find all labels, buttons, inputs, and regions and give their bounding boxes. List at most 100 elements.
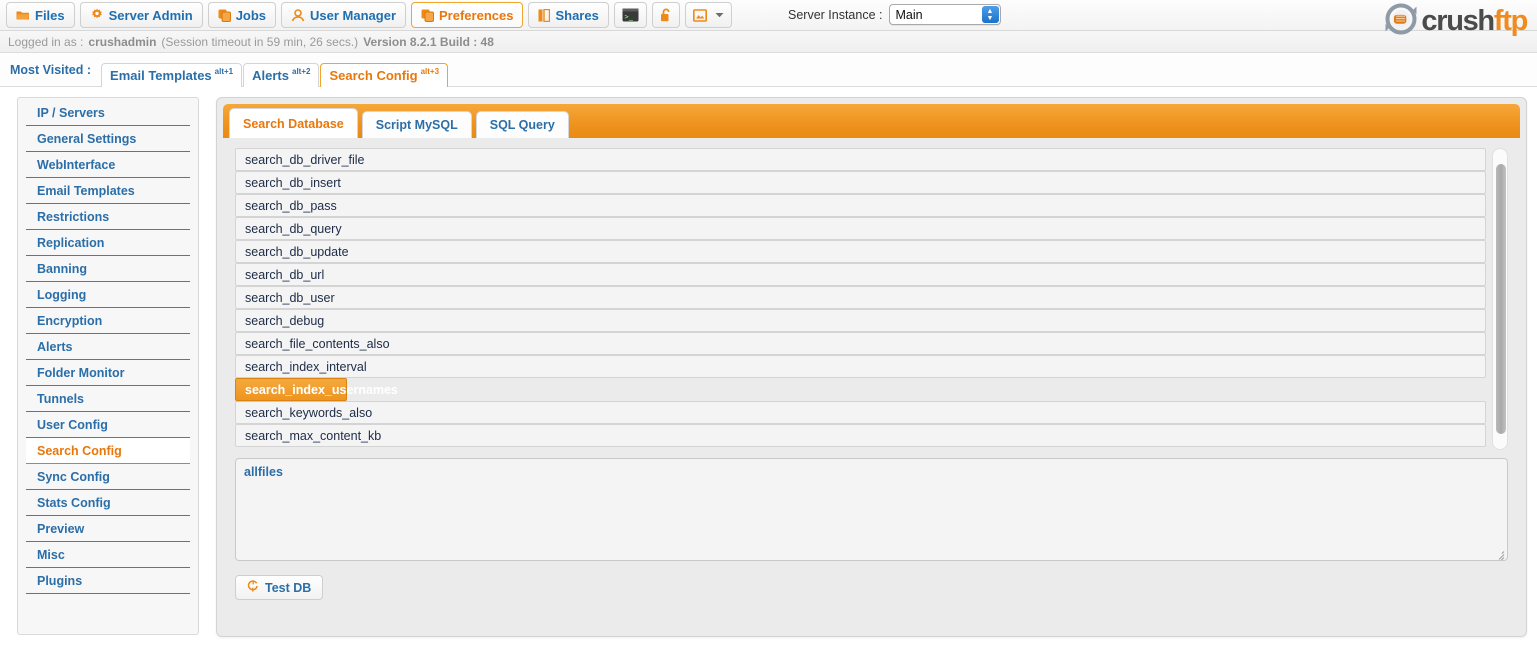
chevron-down-icon <box>715 12 724 18</box>
sidebar-item-misc[interactable]: Misc <box>26 542 190 568</box>
scrollbar-thumb[interactable] <box>1496 164 1506 434</box>
settings-key-label: search_db_insert <box>245 175 341 190</box>
most-visited-tab-alerts[interactable]: Alerts alt+2 <box>243 62 320 87</box>
tab-sql-query[interactable]: SQL Query <box>475 111 569 138</box>
settings-list-item[interactable]: search_keywords_also <box>235 401 1486 424</box>
tab-search-database[interactable]: Search Database <box>229 108 358 138</box>
crushftp-logo: crushftp <box>1383 1 1528 42</box>
tab-shortcut: alt+2 <box>292 66 311 76</box>
tab-label: Alerts <box>252 67 289 83</box>
toolbar-button-terminal[interactable]: >_ <box>613 2 647 28</box>
settings-list-item[interactable]: search_db_query <box>235 217 1486 240</box>
toolbar-button-user-manager[interactable]: User Manager <box>281 2 407 28</box>
value-editor-textarea[interactable]: allfiles <box>235 458 1508 561</box>
toolbar-button-label: Shares <box>555 7 599 23</box>
sidebar-item-general-settings[interactable]: General Settings <box>26 126 190 152</box>
sidebar-item-stats-config[interactable]: Stats Config <box>26 490 190 516</box>
sidebar-item-encryption[interactable]: Encryption <box>26 308 190 334</box>
test-db-label: Test DB <box>265 580 312 595</box>
user-icon <box>291 8 305 22</box>
tab-label: Search Config <box>329 67 418 83</box>
sidebar-item-label: Restrictions <box>37 209 110 224</box>
settings-list-item[interactable]: search_db_driver_file <box>235 148 1486 171</box>
image-icon <box>692 8 707 22</box>
settings-key-label: search_index_usernames <box>245 382 398 397</box>
toolbar-button-image-menu[interactable] <box>684 2 732 28</box>
toolbar-button-preferences[interactable]: Preferences <box>411 2 524 28</box>
sidebar-item-preview[interactable]: Preview <box>26 516 190 542</box>
sidebar-item-tunnels[interactable]: Tunnels <box>26 386 190 412</box>
most-visited-label: Most Visited : <box>10 62 92 77</box>
resize-grip-icon[interactable] <box>1493 547 1505 560</box>
sidebar-item-logging[interactable]: Logging <box>26 282 190 308</box>
settings-list-item[interactable]: search_db_url <box>235 263 1486 286</box>
sidebar-item-email-templates[interactable]: Email Templates <box>26 178 190 204</box>
settings-key-label: search_db_query <box>245 221 342 236</box>
settings-list-item[interactable]: search_index_interval <box>235 355 1486 378</box>
sidebar-item-label: Tunnels <box>37 391 84 406</box>
settings-key-label: search_file_contents_also <box>245 336 390 351</box>
sidebar-item-label: User Config <box>37 417 108 432</box>
sidebar-item-label: Alerts <box>37 339 73 354</box>
shares-icon <box>538 8 551 22</box>
sidebar-item-label: Email Templates <box>37 183 135 198</box>
settings-list-item[interactable]: search_db_user <box>235 286 1486 309</box>
most-visited-tab-email-templates[interactable]: Email Templates alt+1 <box>101 62 243 87</box>
tab-label: Script MySQL <box>375 118 458 132</box>
toolbar-button-label: User Manager <box>310 7 397 23</box>
settings-list-item[interactable]: search_index_usernames <box>235 378 398 401</box>
test-db-button[interactable]: Test DB <box>235 575 324 600</box>
toolbar-button-jobs[interactable]: Jobs <box>207 2 277 28</box>
sidebar-item-label: Stats Config <box>37 495 111 510</box>
sidebar-item-label: Search Config <box>37 443 122 458</box>
most-visited-tab-search-config[interactable]: Search Config alt+3 <box>320 62 449 87</box>
version-info: Version 8.2.1 Build : 48 <box>363 34 494 49</box>
settings-key-label: search_index_interval <box>245 359 367 374</box>
settings-list-item[interactable]: search_debug <box>235 309 1486 332</box>
settings-list-item[interactable]: search_db_update <box>235 240 1486 263</box>
tab-label: Search Database <box>243 116 344 131</box>
tab-label: Email Templates <box>110 67 212 83</box>
sidebar-item-webinterface[interactable]: WebInterface <box>26 152 190 178</box>
page-body: IP / Servers General Settings WebInterface… <box>0 87 1537 648</box>
server-instance-value: Main <box>895 7 923 22</box>
settings-list-item[interactable]: search_file_contents_also <box>235 332 1486 355</box>
sidebar-item-restrictions[interactable]: Restrictions <box>26 204 190 230</box>
server-instance-dropdown[interactable]: Main ▲ ▼ <box>888 4 1001 25</box>
tab-script-mysql[interactable]: Script MySQL <box>361 111 472 138</box>
settings-list-item[interactable]: search_db_insert <box>235 171 1486 194</box>
server-instance-selector: Server Instance : Main ▲ ▼ <box>788 4 1001 25</box>
settings-list-rows: search_db_driver_file search_db_insertsea… <box>235 148 1508 447</box>
toolbar-button-files[interactable]: Files <box>6 2 75 28</box>
sidebar-item-label: Sync Config <box>37 469 110 484</box>
logged-in-user: crushadmin <box>88 34 157 49</box>
sidebar-item-alerts[interactable]: Alerts <box>26 334 190 360</box>
gear-icon <box>90 8 104 22</box>
settings-key-label: search_db_user <box>245 290 335 305</box>
toolbar-button-lock[interactable] <box>651 2 680 28</box>
sidebar-item-plugins[interactable]: Plugins <box>26 568 190 594</box>
settings-key-label: search_db_driver_file <box>245 152 365 167</box>
tab-shortcut: alt+3 <box>420 66 440 76</box>
session-info-bar: Logged in as : crushadmin (Session timeo… <box>0 31 1537 53</box>
sidebar-item-folder-monitor[interactable]: Folder Monitor <box>26 360 190 386</box>
settings-list-scrollbar[interactable] <box>1492 148 1508 450</box>
sidebar-item-user-config[interactable]: User Config <box>26 412 190 438</box>
toolbar-button-shares[interactable]: Shares <box>528 2 609 28</box>
panel-actions: Test DB <box>235 575 1508 600</box>
toolbar-button-server-admin[interactable]: Server Admin <box>79 2 203 28</box>
sidebar-item-banning[interactable]: Banning <box>26 256 190 282</box>
toolbar-button-label: Files <box>35 7 65 23</box>
sidebar-item-ip-servers[interactable]: IP / Servers <box>26 100 190 126</box>
settings-list-item[interactable]: search_max_content_kb <box>235 424 1486 447</box>
sidebar-item-sync-config[interactable]: Sync Config <box>26 464 190 490</box>
logo-wordmark: crushftp <box>1421 5 1528 38</box>
toolbar-button-label: Jobs <box>235 7 267 23</box>
sidebar-item-label: Replication <box>37 235 105 250</box>
sidebar-item-replication[interactable]: Replication <box>26 230 190 256</box>
preferences-icon <box>421 9 435 22</box>
sidebar-item-search-config[interactable]: Search Config <box>26 438 190 464</box>
toolbar-button-label: Server Admin <box>108 7 193 23</box>
settings-list-item[interactable]: search_db_pass <box>235 194 1486 217</box>
logo-mark-icon <box>1383 1 1419 42</box>
